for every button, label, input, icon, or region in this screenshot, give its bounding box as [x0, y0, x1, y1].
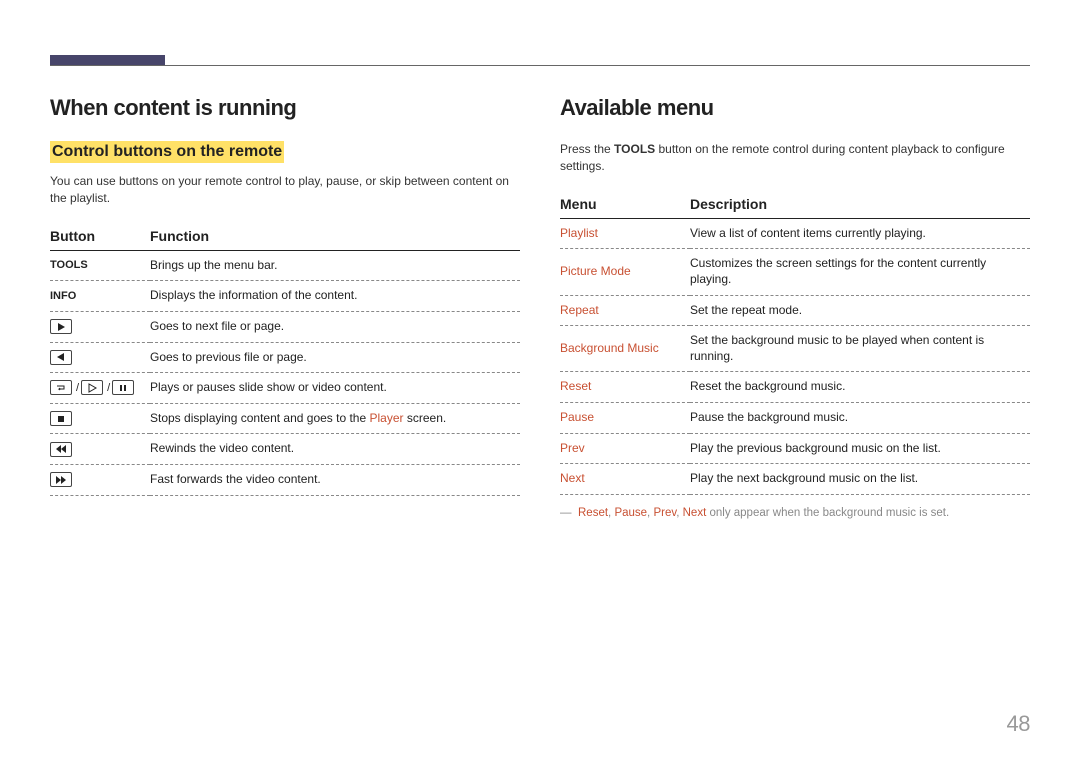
table-row: NextPlay the next background music on th…: [560, 464, 1030, 495]
description-cell: Reset the background music.: [690, 372, 1030, 403]
left-intro: You can use buttons on your remote contr…: [50, 173, 520, 208]
menu-cell: Playlist: [560, 218, 690, 249]
pause-icon: [112, 380, 134, 395]
button-cell: TOOLS: [50, 250, 150, 281]
right-column: Available menu Press the TOOLS button on…: [560, 95, 1030, 521]
menu-cell: Reset: [560, 372, 690, 403]
table-row: Picture ModeCustomizes the screen settin…: [560, 249, 1030, 295]
button-cell: [50, 342, 150, 373]
rev-solid-icon: [50, 350, 72, 365]
table-row: PlaylistView a list of content items cur…: [560, 218, 1030, 249]
menu-cell: Pause: [560, 402, 690, 433]
table-row: Background MusicSet the background music…: [560, 326, 1030, 372]
th-button: Button: [50, 222, 150, 251]
description-cell: Customizes the screen settings for the c…: [690, 249, 1030, 295]
description-cell: Set the background music to be played wh…: [690, 326, 1030, 372]
th-description: Description: [690, 190, 1030, 219]
th-function: Function: [150, 222, 520, 251]
note-next: Next: [683, 507, 707, 519]
button-function-table: Button Function TOOLSBrings up the menu …: [50, 222, 520, 496]
play-solid-icon: [50, 319, 72, 334]
rewind-icon: [50, 442, 72, 457]
table-row: Goes to previous file or page.: [50, 342, 520, 373]
table-row: INFODisplays the information of the cont…: [50, 281, 520, 312]
table-row: Fast forwards the video content.: [50, 464, 520, 495]
intro-before: Press the: [560, 142, 614, 156]
note-rest: only appear when the background music is…: [706, 507, 949, 519]
function-cell: Brings up the menu bar.: [150, 250, 520, 281]
header-accent-bar: [50, 55, 165, 65]
ffwd-icon: [50, 472, 72, 487]
menu-cell: Picture Mode: [560, 249, 690, 295]
table-row: RepeatSet the repeat mode.: [560, 295, 1030, 326]
menu-cell: Prev: [560, 433, 690, 464]
button-cell: [50, 434, 150, 465]
description-cell: View a list of content items currently p…: [690, 218, 1030, 249]
footnote: ―Reset, Pause, Prev, Next only appear wh…: [560, 505, 1030, 521]
function-cell: Stops displaying content and goes to the…: [150, 403, 520, 434]
note-pause: Pause: [614, 507, 647, 519]
enter-icon: [50, 380, 72, 395]
th-menu: Menu: [560, 190, 690, 219]
note-dash: ―: [560, 505, 578, 521]
note-reset: Reset: [578, 507, 608, 519]
left-heading: When content is running: [50, 95, 520, 121]
table-row: Goes to next file or page.: [50, 311, 520, 342]
function-cell: Plays or pauses slide show or video cont…: [150, 373, 520, 404]
button-cell: [50, 464, 150, 495]
table-row: //Plays or pauses slide show or video co…: [50, 373, 520, 404]
table-row: PausePause the background music.: [560, 402, 1030, 433]
left-column: When content is running Control buttons …: [50, 95, 520, 521]
description-cell: Pause the background music.: [690, 402, 1030, 433]
menu-cell: Background Music: [560, 326, 690, 372]
left-subheading: Control buttons on the remote: [50, 141, 284, 163]
description-cell: Set the repeat mode.: [690, 295, 1030, 326]
table-row: Rewinds the video content.: [50, 434, 520, 465]
play-outline-icon: [81, 380, 103, 395]
intro-bold: TOOLS: [614, 142, 655, 156]
description-cell: Play the next background music on the li…: [690, 464, 1030, 495]
button-cell: //: [50, 373, 150, 404]
note-prev: Prev: [653, 507, 676, 519]
button-cell: [50, 311, 150, 342]
description-cell: Play the previous background music on th…: [690, 433, 1030, 464]
stop-icon: [50, 411, 72, 426]
table-row: PrevPlay the previous background music o…: [560, 433, 1030, 464]
function-cell: Goes to next file or page.: [150, 311, 520, 342]
right-intro: Press the TOOLS button on the remote con…: [560, 141, 1030, 176]
button-cell: [50, 403, 150, 434]
menu-description-table: Menu Description PlaylistView a list of …: [560, 190, 1030, 495]
page-number: 48: [1007, 711, 1030, 737]
table-row: ResetReset the background music.: [560, 372, 1030, 403]
function-cell: Displays the information of the content.: [150, 281, 520, 312]
button-cell: INFO: [50, 281, 150, 312]
function-cell: Goes to previous file or page.: [150, 342, 520, 373]
function-cell: Fast forwards the video content.: [150, 464, 520, 495]
menu-cell: Repeat: [560, 295, 690, 326]
table-row: Stops displaying content and goes to the…: [50, 403, 520, 434]
right-heading: Available menu: [560, 95, 1030, 121]
menu-cell: Next: [560, 464, 690, 495]
header-rule: [50, 65, 1030, 66]
table-row: TOOLSBrings up the menu bar.: [50, 250, 520, 281]
function-cell: Rewinds the video content.: [150, 434, 520, 465]
